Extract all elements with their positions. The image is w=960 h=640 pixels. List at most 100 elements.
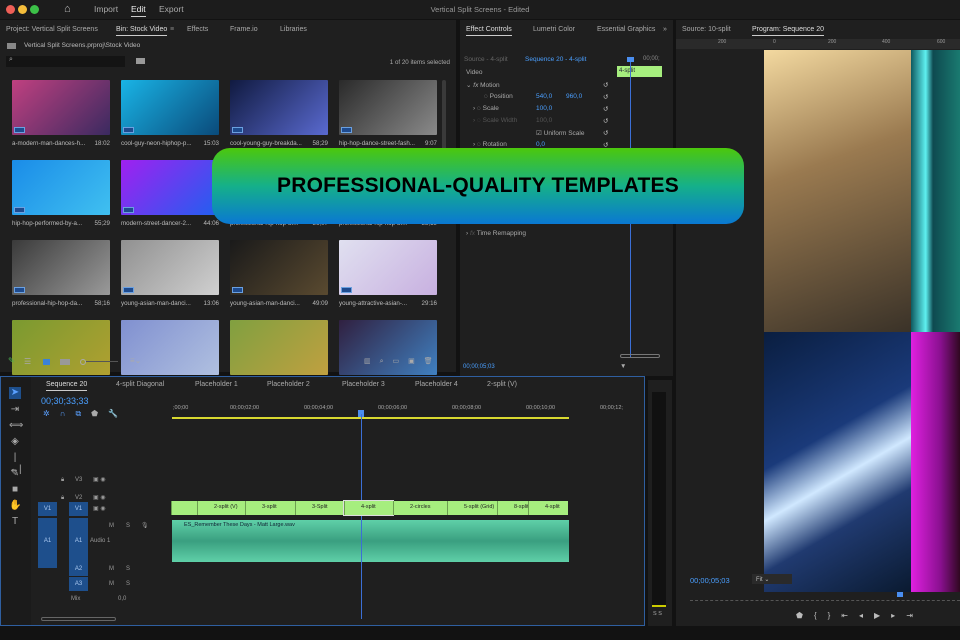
sequence-tab[interactable]: Placeholder 1: [195, 381, 238, 388]
tab-project[interactable]: Project: Vertical Split Screens: [6, 26, 98, 33]
solo-button[interactable]: S: [126, 566, 130, 572]
video-clip[interactable]: [171, 501, 197, 515]
mute-button[interactable]: M: [109, 581, 114, 587]
sequence-tab[interactable]: 2-split (V): [487, 381, 517, 388]
clip-thumbnail[interactable]: [339, 320, 437, 375]
track-v1-label[interactable]: V1: [69, 502, 88, 516]
tab-effects[interactable]: Effects: [187, 26, 208, 33]
clip-thumbnail[interactable]: [12, 320, 110, 375]
mute-button[interactable]: M: [109, 566, 114, 572]
video-clip[interactable]: 2-split (V): [197, 501, 245, 515]
slip-tool-icon[interactable]: |↔|: [9, 452, 22, 475]
sequence-timecode[interactable]: 00;30;33;33: [41, 396, 89, 406]
sort-icon[interactable]: ≡⌄: [130, 356, 141, 365]
list-view-icon[interactable]: ☰: [24, 357, 31, 366]
mute-button[interactable]: M: [109, 523, 114, 529]
lock-icon[interactable]: 🔒︎: [61, 477, 64, 484]
motion-effect[interactable]: ⌄ fx Motion: [466, 81, 500, 89]
nest-icon[interactable]: ✲: [43, 409, 60, 418]
tab-source[interactable]: Source: 10-split: [682, 26, 731, 33]
fit-dropdown[interactable]: Fit ⌄: [752, 574, 792, 584]
tab-bin-stock-video[interactable]: Bin: Stock Video: [116, 26, 168, 36]
sync-lock-icon[interactable]: ▣ ◉: [93, 505, 106, 512]
marker-icon[interactable]: ⬟: [796, 611, 814, 620]
timeline-zoom-scrollbar[interactable]: [41, 617, 116, 621]
source-clip-label[interactable]: Source - 4-split: [464, 56, 508, 63]
ec-playhead-handle[interactable]: [627, 57, 634, 62]
mark-in-icon[interactable]: {: [814, 611, 828, 620]
scale-value[interactable]: 100,0: [536, 105, 552, 112]
mark-out-icon[interactable]: }: [828, 611, 842, 620]
tab-essential-graphics[interactable]: Essential Graphics: [597, 26, 655, 33]
sync-lock-icon[interactable]: ▣ ◉: [93, 476, 106, 483]
work-area-bar[interactable]: [172, 417, 569, 419]
video-clip[interactable]: 3-split: [245, 501, 295, 515]
automate-sequence-icon[interactable]: ▥: [364, 358, 380, 365]
tab-lumetri-color[interactable]: Lumetri Color: [533, 26, 575, 33]
time-remapping-row[interactable]: › fx Time Remapping: [466, 230, 526, 237]
sequence-tab[interactable]: 4-split Diagonal: [116, 381, 164, 388]
filter-icon[interactable]: ▼: [620, 363, 626, 370]
tab-effect-controls[interactable]: Effect Controls: [466, 26, 512, 36]
video-clip[interactable]: 8-split: [497, 501, 528, 515]
clip-thumbnail[interactable]: [230, 240, 328, 295]
selection-tool-icon[interactable]: ➤: [9, 387, 21, 399]
clip-thumbnail[interactable]: [12, 160, 110, 215]
tab-libraries[interactable]: Libraries: [280, 26, 307, 33]
video-clip[interactable]: 4-split: [528, 501, 568, 515]
clip-thumbnail[interactable]: [12, 80, 110, 135]
bin-search-input[interactable]: [6, 56, 125, 67]
ec-zoom-scrollbar[interactable]: [620, 354, 660, 358]
add-marker-icon[interactable]: ⬟: [91, 409, 108, 418]
track-select-tool-icon[interactable]: ⇥: [9, 404, 21, 416]
zoom-slider-handle[interactable]: [80, 359, 86, 365]
rectangle-tool-icon[interactable]: ■: [9, 484, 21, 496]
tab-frameio[interactable]: Frame.io: [230, 26, 258, 33]
sequence-clip-label[interactable]: Sequence 20 - 4-split: [525, 56, 586, 63]
clip-indicator[interactable]: 4-split: [617, 66, 662, 77]
mic-icon[interactable]: 🎙︎: [141, 522, 149, 529]
ec-timecode[interactable]: 00;00;05;03: [463, 364, 495, 370]
uniform-scale-checkbox[interactable]: ☑ Uniform Scale: [536, 129, 584, 137]
program-timecode[interactable]: 00;00;05;03: [690, 576, 730, 585]
clip-thumbnail[interactable]: [230, 320, 328, 375]
program-playhead[interactable]: [897, 592, 903, 597]
freeform-view-icon[interactable]: [60, 359, 70, 365]
go-to-in-icon[interactable]: ⇤: [841, 611, 859, 620]
panel-menu-icon[interactable]: ≡: [170, 26, 174, 33]
source-patch-v1[interactable]: V1: [38, 502, 57, 516]
type-tool-icon[interactable]: T: [9, 516, 21, 528]
position-x-value[interactable]: 540,0: [536, 93, 552, 100]
linked-selection-icon[interactable]: ⧉: [75, 409, 91, 418]
reset-icons[interactable]: ↺ ↺ ↺ ↺ ↺ ↺: [603, 80, 608, 152]
clip-thumbnail[interactable]: [339, 240, 437, 295]
hand-tool-icon[interactable]: ✋: [9, 500, 21, 512]
program-time-ruler[interactable]: [690, 595, 960, 601]
ripple-edit-tool-icon[interactable]: ⟺: [9, 420, 23, 432]
clip-thumbnail[interactable]: [121, 80, 219, 135]
new-folder-icon[interactable]: ▭: [393, 358, 409, 365]
clip-thumbnail[interactable]: [121, 240, 219, 295]
meter-solo-labels[interactable]: S S: [653, 611, 662, 617]
settings-wrench-icon[interactable]: 🔧: [108, 409, 128, 418]
snap-icon[interactable]: ∩: [60, 409, 76, 418]
video-clip[interactable]: 5-split (Grid): [447, 501, 497, 515]
rotation-value[interactable]: 0,0: [536, 141, 545, 148]
video-clip[interactable]: 2-circles: [393, 501, 447, 515]
sequence-tab[interactable]: Placeholder 3: [342, 381, 385, 388]
track-a2-label[interactable]: A2: [69, 562, 88, 576]
clip-thumbnail[interactable]: [121, 320, 219, 375]
mix-value[interactable]: 0,0: [118, 596, 126, 602]
video-clip[interactable]: 4-split: [343, 500, 394, 516]
trash-icon[interactable]: 🗑: [424, 358, 442, 365]
track-a3-label[interactable]: A3: [69, 577, 88, 591]
sequence-tab[interactable]: Sequence 20: [46, 381, 88, 391]
play-icon[interactable]: ▶: [874, 611, 891, 620]
step-forward-icon[interactable]: ▸: [891, 611, 906, 620]
more-panels-icon[interactable]: »: [663, 26, 667, 33]
solo-button[interactable]: S: [126, 523, 130, 529]
clip-thumbnail[interactable]: [339, 80, 437, 135]
clip-thumbnail[interactable]: [230, 80, 328, 135]
lock-icon[interactable]: 🔒︎: [61, 495, 64, 502]
zoom-slider[interactable]: [86, 361, 118, 362]
